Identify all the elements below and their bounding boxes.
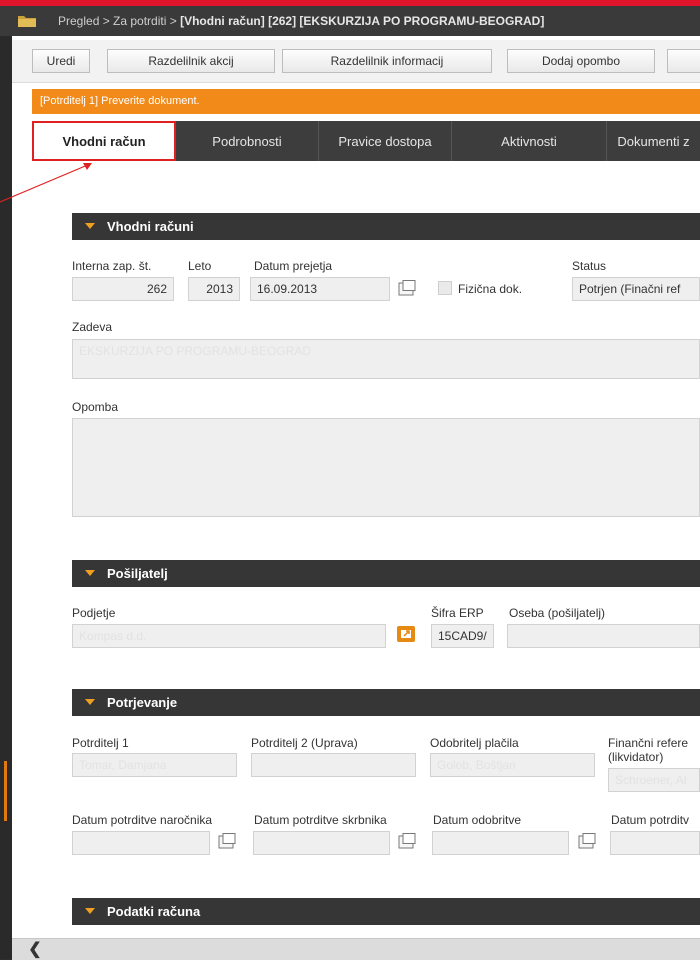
payment-approver-value: Golob, Boštjan <box>437 758 516 772</box>
add-note-button[interactable]: Dodaj opombo <box>507 49 655 73</box>
payment-approver-field[interactable]: Golob, Boštjan <box>430 753 595 777</box>
collapse-triangle-icon <box>85 699 95 705</box>
edit-button[interactable]: Uredi <box>32 49 90 73</box>
date-customer-label: Datum potrditve naročnika <box>72 813 213 827</box>
tab-bar: Vhodni račun Podrobnosti Pravice dostopa… <box>32 121 700 161</box>
notice-text: [Potrditelj 1] Preverite dokument. <box>40 95 200 107</box>
chevron-left-icon[interactable]: ❮ <box>22 939 48 959</box>
fin-ref-sublabel: (likvidator) <box>608 750 664 764</box>
open-link-icon[interactable] <box>396 625 416 643</box>
section-header-confirmation[interactable]: Potrjevanje <box>72 689 700 716</box>
date-guardian-label: Datum potrditve skrbnika <box>254 813 387 827</box>
section-title: Potrjevanje <box>107 695 178 710</box>
fin-ref-label: Finančni refere <box>608 736 689 750</box>
date-approval-label: Datum odobritve <box>433 813 522 827</box>
date-guardian-field[interactable] <box>253 831 390 855</box>
calendar-icon[interactable] <box>578 833 596 849</box>
person-field[interactable] <box>507 624 700 648</box>
more-button[interactable] <box>667 49 700 73</box>
confirmer1-value: Tomar, Damjana <box>79 758 167 772</box>
company-value: Kompas d.d. <box>79 629 147 643</box>
date-customer-field[interactable] <box>72 831 210 855</box>
breadcrumb: Pregled > Za potrditi > [Vhodni račun] [… <box>58 14 544 28</box>
tab-documents[interactable]: Dokumenti z <box>607 121 700 161</box>
title-bar: Pregled > Za potrditi > [Vhodni račun] [… <box>0 6 700 36</box>
physical-doc-label: Fizična dok. <box>458 282 523 296</box>
year-field[interactable]: 2013 <box>188 277 240 301</box>
rail-marker <box>4 761 7 821</box>
subject-value: EKSKURZIJA PO PROGRAMU-BEOGRAD <box>79 344 312 358</box>
status-label: Status <box>572 259 607 273</box>
annotation-arrow <box>0 163 92 203</box>
date-approval-field[interactable] <box>432 831 569 855</box>
confirmer2-label: Potrditelj 2 (Uprava) <box>251 736 358 750</box>
action-toolbar: Uredi Razdelilnik akcij Razdelilnik info… <box>12 40 700 83</box>
section-title: Pošiljatelj <box>107 566 168 581</box>
subject-label: Zadeva <box>72 320 113 334</box>
collapse-triangle-icon <box>85 908 95 914</box>
calendar-icon[interactable] <box>398 833 416 849</box>
breadcrumb-current: [Vhodni račun] [262] [EKSKURZIJA PO PROG… <box>180 14 545 28</box>
calendar-icon[interactable] <box>218 833 236 849</box>
internal-no-label: Interna zap. št. <box>72 259 152 273</box>
notice-bar: [Potrditelj 1] Preverite dokument. <box>32 89 700 114</box>
section-title: Podatki računa <box>107 904 201 919</box>
erp-field[interactable]: 15CAD9/ <box>431 624 494 648</box>
folder-icon <box>18 16 36 27</box>
collapse-triangle-icon <box>85 223 95 229</box>
received-date-label: Datum prejetja <box>254 259 333 273</box>
date-confirm-field[interactable] <box>610 831 700 855</box>
note-textarea[interactable] <box>72 418 700 517</box>
fin-ref-field[interactable]: Schroener, Al <box>608 768 700 792</box>
confirmer1-field[interactable]: Tomar, Damjana <box>72 753 237 777</box>
info-distribution-button[interactable]: Razdelilnik informacij <box>282 49 492 73</box>
payment-approver-label: Odobritelj plačila <box>430 736 519 750</box>
tab-activities[interactable]: Aktivnosti <box>452 121 607 161</box>
action-distribution-button[interactable]: Razdelilnik akcij <box>107 49 275 73</box>
fin-ref-value: Schroener, Al <box>615 773 687 787</box>
confirmer1-label: Potrditelj 1 <box>72 736 129 750</box>
collapse-triangle-icon <box>85 570 95 576</box>
year-label: Leto <box>188 259 212 273</box>
breadcrumb-path[interactable]: Pregled > Za potrditi > <box>58 14 180 28</box>
note-label: Opomba <box>72 400 119 414</box>
section-header-invoice-data[interactable]: Podatki računa <box>72 898 700 925</box>
status-field[interactable]: Potrjen (Finačni ref <box>572 277 700 301</box>
subject-field[interactable]: EKSKURZIJA PO PROGRAMU-BEOGRAD <box>72 339 700 379</box>
received-date-field[interactable]: 16.09.2013 <box>250 277 390 301</box>
section-title: Vhodni računi <box>107 219 194 234</box>
company-field[interactable]: Kompas d.d. <box>72 624 386 648</box>
tab-access-rights[interactable]: Pravice dostopa <box>319 121 452 161</box>
internal-no-field[interactable]: 262 <box>72 277 174 301</box>
horizontal-scrollbar[interactable] <box>12 938 700 960</box>
person-label: Oseba (pošiljatelj) <box>509 606 606 620</box>
date-confirm-label: Datum potrditv <box>611 813 690 827</box>
section-header-invoices[interactable]: Vhodni računi <box>72 213 700 240</box>
physical-doc-checkbox[interactable] <box>438 281 452 295</box>
erp-label: Šifra ERP <box>431 606 484 620</box>
tab-details[interactable]: Podrobnosti <box>176 121 319 161</box>
calendar-icon[interactable] <box>398 280 416 296</box>
company-label: Podjetje <box>72 606 116 620</box>
confirmer2-field[interactable] <box>251 753 416 777</box>
section-header-sender[interactable]: Pošiljatelj <box>72 560 700 587</box>
